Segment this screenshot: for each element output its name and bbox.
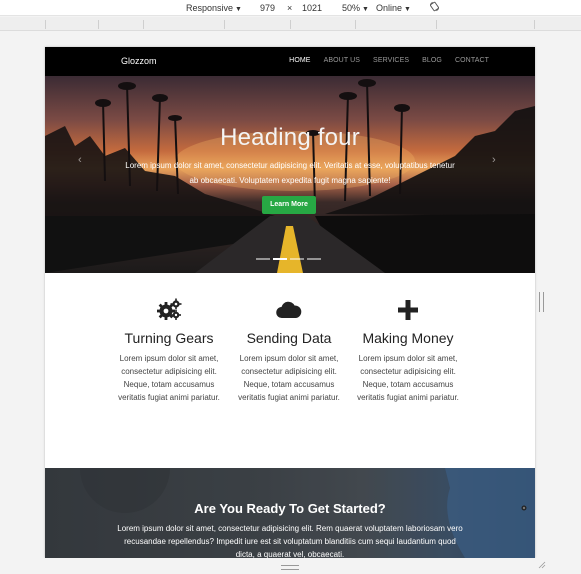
throttle-select[interactable]: Online ▼ bbox=[376, 2, 411, 16]
cta-text: Lorem ipsum dolor sit amet, consectetur … bbox=[117, 524, 463, 558]
get-started-section: Are You Ready To Get Started? Lorem ipsu… bbox=[45, 468, 535, 558]
learn-more-button[interactable]: Learn More bbox=[262, 196, 316, 214]
feature-title: Making Money bbox=[362, 330, 454, 346]
carousel-indicator[interactable] bbox=[273, 258, 287, 260]
gears-icon bbox=[157, 298, 182, 320]
feature-title: Turning Gears bbox=[124, 330, 214, 346]
media-query-ruler[interactable] bbox=[0, 17, 581, 31]
feature-making-money: Making Money Lorem ipsum dolor sit amet,… bbox=[355, 298, 461, 404]
hero-heading: Heading four bbox=[220, 124, 360, 151]
cta-title: Are You Ready To Get Started? bbox=[194, 501, 386, 516]
feature-text: Lorem ipsum dolor sit amet, consectetur … bbox=[238, 354, 340, 402]
chevron-down-icon: ▼ bbox=[362, 6, 369, 13]
chevron-down-icon: ▼ bbox=[404, 6, 411, 13]
nav-link-contact[interactable]: CONTACT bbox=[455, 57, 489, 64]
height-input[interactable]: 1021 bbox=[302, 2, 322, 14]
hero-carousel: ‹ › Heading four Lorem ipsum dolor sit a… bbox=[45, 76, 535, 273]
feature-title: Sending Data bbox=[246, 330, 332, 346]
rotate-icon[interactable] bbox=[429, 1, 440, 12]
device-select[interactable]: Responsive ▼ bbox=[186, 2, 242, 16]
feature-text: Lorem ipsum dolor sit amet, consectetur … bbox=[118, 354, 220, 402]
carousel-indicators bbox=[256, 258, 321, 260]
dimension-separator: × bbox=[287, 3, 293, 13]
hero-text: Lorem ipsum dolor sit amet, consectetur … bbox=[125, 161, 455, 185]
resize-corner-icon[interactable] bbox=[538, 561, 546, 569]
nav-link-services[interactable]: SERVICES bbox=[373, 57, 409, 64]
resize-handle-right[interactable] bbox=[539, 292, 544, 312]
device-viewport: Glozzom HOME ABOUT US SERVICES BLOG CONT… bbox=[45, 47, 535, 558]
device-select-label: Responsive bbox=[186, 3, 234, 13]
feature-text: Lorem ipsum dolor sit amet, consectetur … bbox=[357, 354, 459, 402]
plus-icon bbox=[398, 300, 418, 320]
carousel-prev-icon[interactable]: ‹ bbox=[78, 154, 82, 166]
features-section: Turning Gears Lorem ipsum dolor sit amet… bbox=[45, 273, 535, 468]
zoom-select-label: 50% bbox=[342, 3, 361, 13]
zoom-select[interactable]: 50% ▼ bbox=[342, 2, 369, 16]
site-brand[interactable]: Glozzom bbox=[121, 56, 157, 66]
resize-handle-bottom[interactable] bbox=[281, 565, 299, 570]
carousel-next-icon[interactable]: › bbox=[492, 154, 496, 166]
nav-menu: HOME ABOUT US SERVICES BLOG CONTACT bbox=[289, 57, 489, 64]
feature-sending-data: Sending Data Lorem ipsum dolor sit amet,… bbox=[236, 298, 342, 404]
carousel-indicator[interactable] bbox=[307, 258, 321, 260]
throttle-select-label: Online bbox=[376, 3, 403, 13]
chevron-down-icon: ▼ bbox=[235, 6, 242, 13]
nav-link-blog[interactable]: BLOG bbox=[422, 57, 442, 64]
feature-turning-gears: Turning Gears Lorem ipsum dolor sit amet… bbox=[116, 298, 222, 404]
site-navbar: Glozzom HOME ABOUT US SERVICES BLOG CONT… bbox=[45, 47, 535, 76]
cloud-icon bbox=[276, 301, 302, 319]
carousel-indicator[interactable] bbox=[290, 258, 304, 260]
nav-link-about[interactable]: ABOUT US bbox=[324, 57, 360, 64]
nav-link-home[interactable]: HOME bbox=[289, 57, 310, 64]
device-toolbar: Responsive ▼ 979 × 1021 50% ▼ Online ▼ bbox=[0, 0, 581, 16]
width-input[interactable]: 979 bbox=[260, 2, 275, 14]
carousel-indicator[interactable] bbox=[256, 258, 270, 260]
